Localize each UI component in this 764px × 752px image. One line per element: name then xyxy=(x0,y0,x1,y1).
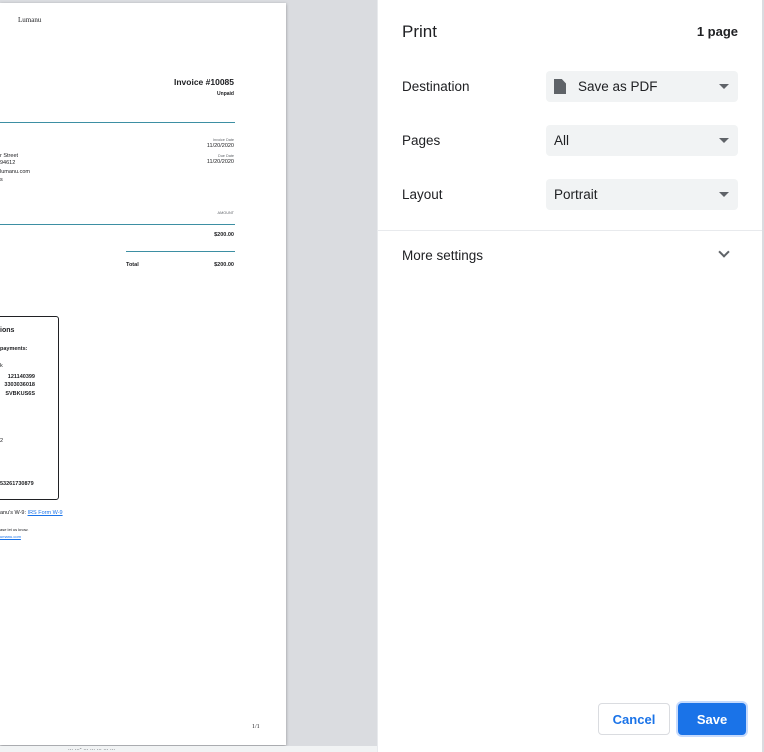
more-settings-toggle[interactable]: More settings xyxy=(378,238,762,274)
chevron-down-icon xyxy=(718,246,730,258)
line-item-amount: $200.00 xyxy=(214,232,234,238)
invoice-page-preview: Lumanu Invoice #10085 Unpaid Invoice Dat… xyxy=(0,3,286,745)
pages-label: Pages xyxy=(402,133,441,148)
print-settings-panel: Print 1 page Destination Save as PDF Pag… xyxy=(377,0,762,752)
w9-label: anu's W-9: xyxy=(0,510,27,516)
bill-email: lumanu.com xyxy=(0,169,30,175)
save-button[interactable]: Save xyxy=(678,703,746,735)
dropdown-arrow-icon xyxy=(719,84,729,89)
layout-value: Portrait xyxy=(554,187,598,202)
routing-number: 121140399 xyxy=(7,374,35,380)
contact-email-link[interactable]: umanu.com xyxy=(0,534,21,539)
w9-link[interactable]: IRS Form W-9 xyxy=(28,510,63,516)
invoice-header-rule xyxy=(0,122,235,123)
invoice-status: Unpaid xyxy=(217,91,234,97)
bill-address-line-1: r Street xyxy=(0,153,19,159)
layout-label: Layout xyxy=(402,187,443,202)
page-indicator: 1/1 xyxy=(252,724,260,730)
invoice-date: 11/20/2020 xyxy=(206,143,234,149)
dropdown-arrow-icon xyxy=(719,192,729,197)
pages-select[interactable]: All xyxy=(546,125,738,156)
account-number: 3303036018 xyxy=(4,382,35,388)
payment-instructions-box xyxy=(0,316,59,500)
destination-label: Destination xyxy=(402,79,470,94)
due-date: 11/20/2020 xyxy=(206,159,234,165)
payments-label: payments: xyxy=(0,346,28,352)
swift-code: SVBKUS6S xyxy=(5,391,35,397)
more-settings-label: More settings xyxy=(402,248,484,263)
total-rule xyxy=(126,251,235,252)
pages-value: All xyxy=(554,133,570,148)
destination-select[interactable]: Save as PDF xyxy=(546,71,738,102)
line-items-rule xyxy=(0,224,235,225)
destination-value: Save as PDF xyxy=(578,79,658,94)
invoice-title: Invoice #10085 xyxy=(173,77,234,87)
layout-select[interactable]: Portrait xyxy=(546,179,738,210)
bill-address-line-2: 94612 xyxy=(0,160,16,166)
total-amount: $200.00 xyxy=(214,262,234,268)
amount-column-header: AMOUNT xyxy=(217,211,234,215)
contact-text: ase let us know. xyxy=(0,527,29,532)
dropdown-arrow-icon xyxy=(719,138,729,143)
total-label: Total xyxy=(126,262,139,268)
settings-divider xyxy=(378,230,762,231)
bank-detail-fragment: 2 xyxy=(0,438,4,444)
cancel-button[interactable]: Cancel xyxy=(598,703,670,735)
page-count: 1 page xyxy=(696,24,738,39)
pdf-file-icon xyxy=(554,79,566,94)
invoice-brand-logo: Lumanu xyxy=(18,16,42,24)
reference-number: 53261730879 xyxy=(0,481,34,487)
print-preview-area: Lumanu Invoice #10085 Unpaid Invoice Dat… xyxy=(0,0,377,752)
panel-title: Print xyxy=(402,22,437,41)
w9-text: anu's W-9: IRS Form W-9 xyxy=(0,510,63,516)
invoice-date-label: Invoice Date xyxy=(212,138,234,142)
instructions-heading: ions xyxy=(0,327,15,334)
preview-footer-fragment: ... ...- ... ... ... ... ... xyxy=(68,746,116,752)
bill-address-line-4: s xyxy=(0,177,3,183)
due-date-label: Due Date xyxy=(217,154,234,158)
bank-name-fragment: k xyxy=(0,363,3,369)
